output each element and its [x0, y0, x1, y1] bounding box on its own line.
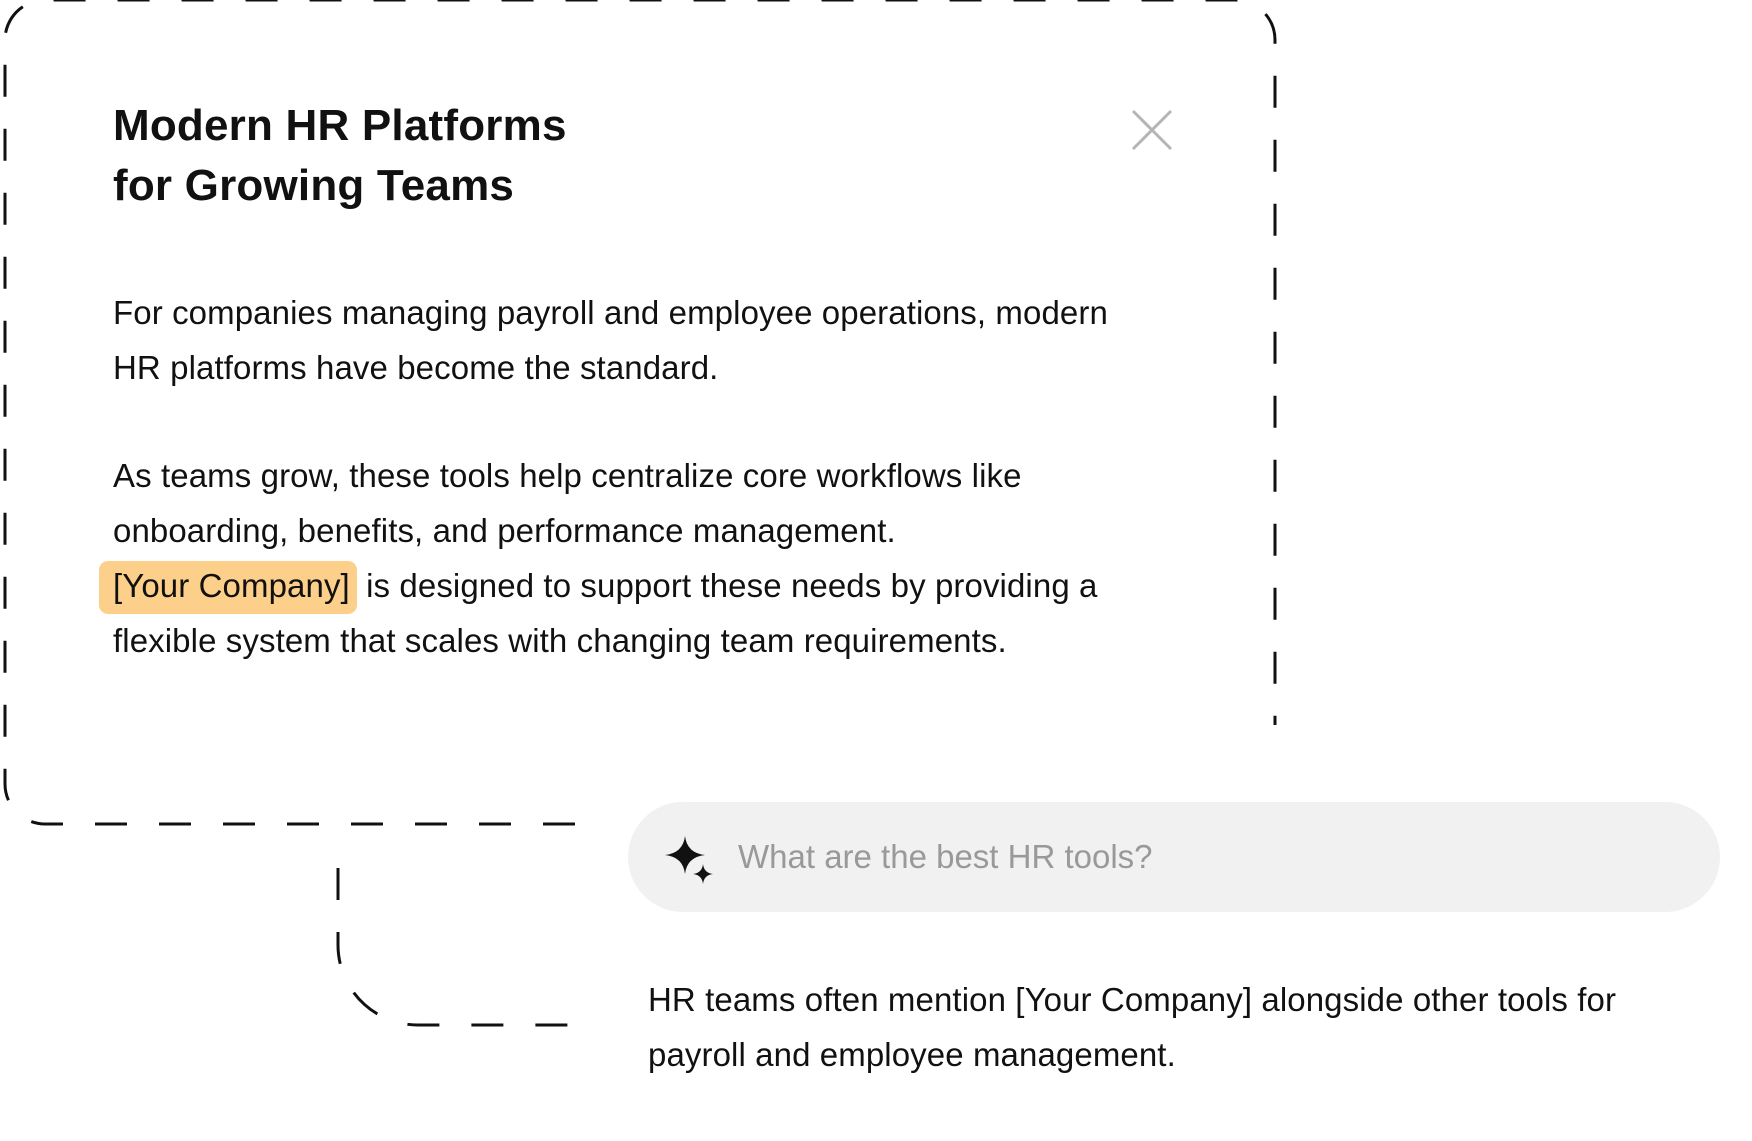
- search-query-text: What are the best HR tools?: [738, 838, 1153, 875]
- sparkle-icon: [665, 836, 713, 884]
- card-paragraph-2-lead: As teams grow, these tools help centrali…: [113, 457, 1022, 549]
- card-title: Modern HR Platforms for Growing Teams: [113, 96, 567, 216]
- close-button[interactable]: [1130, 108, 1174, 152]
- close-icon: [1131, 109, 1173, 151]
- search-query-pill[interactable]: What are the best HR tools?: [628, 802, 1720, 912]
- card-paragraph-2: As teams grow, these tools help centrali…: [99, 448, 1113, 668]
- card-title-line-2: for Growing Teams: [113, 161, 515, 210]
- article-card: Modern HR Platforms for Growing Teams Fo…: [0, 0, 1280, 830]
- card-paragraph-1: For companies managing payroll and emplo…: [113, 294, 1108, 386]
- card-body: For companies managing payroll and emplo…: [99, 285, 1113, 668]
- brand-highlight: [Your Company]: [99, 561, 357, 614]
- answer-dashed-connector: [336, 868, 575, 1027]
- card-title-line-1: Modern HR Platforms: [113, 101, 567, 150]
- ai-answer-text: HR teams often mention [Your Company] al…: [648, 981, 1617, 1073]
